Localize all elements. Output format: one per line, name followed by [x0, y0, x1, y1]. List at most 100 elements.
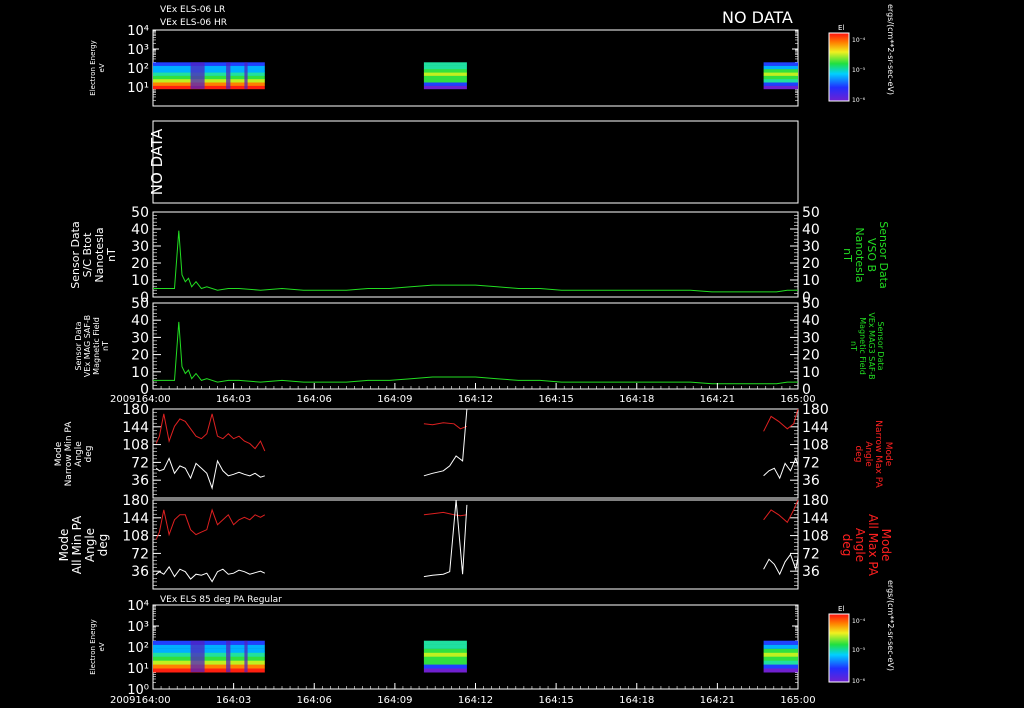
p3-axes-rlabel-1: 40 [802, 222, 820, 238]
panel3-ylabel-3: nT [105, 248, 118, 262]
panel1-ylabel: Electron Energy [89, 40, 97, 95]
p7-yticks-label-0: 10⁴ [127, 599, 149, 614]
panel4-rlabel-2: Magnetic Field [858, 317, 867, 375]
panel5-ylabel-1: Narrow Min PA [64, 421, 74, 487]
panel6-ylabel-2: Angle [83, 528, 97, 562]
panel5-min_pa-segment-1 [423, 408, 468, 477]
header-line1: VEx ELS-06 LR [160, 5, 225, 15]
panel7-streak-0 [190, 640, 205, 673]
p5-axes-rlabel-4: 36 [802, 473, 820, 489]
panel7-block-1-band-3 [423, 656, 467, 661]
colorbar-bottom-label: El [838, 605, 844, 613]
p6-axes-rlabel-2: 108 [802, 529, 829, 545]
p1-yticks-label-0: 10⁴ [127, 24, 149, 39]
plot-canvas: VEx ELS-06 LR VEx ELS-06 HR NO DATA El 1… [54, 4, 895, 706]
colorbar-bottom: El 10⁻⁴ 10⁻⁵ 10⁻⁶ [828, 605, 866, 685]
p6-axes-llabel-4: 36 [131, 564, 149, 580]
time-mid-label-4: 164:12 [458, 394, 493, 405]
panel1-block-1-band-0 [423, 85, 467, 90]
panel4-rlabel-3: nT [849, 341, 858, 351]
panel4-series [153, 321, 798, 385]
p4-axes-llabel-2: 30 [131, 330, 149, 346]
panel1-block-0-band-7 [153, 62, 265, 66]
colorbar-top-label: El [838, 24, 844, 32]
panel4-ylabel-2: Magnetic Field [92, 317, 101, 375]
p7-yticks-label-2: 10² [127, 641, 149, 656]
p4-axes-llabel-3: 20 [131, 348, 149, 364]
panel7-streak-1 [226, 640, 231, 673]
panel7-block-0-band-5 [153, 648, 265, 653]
panel7-block-1-band-4 [423, 652, 467, 657]
time-axis-mid: 164:00 164:03 164:06 164:09 164:12 164:15 164:… [135, 383, 816, 405]
panel1-block-2-band-6 [763, 65, 798, 70]
panel4-frame [152, 302, 799, 390]
panel7-block-0-band-1 [153, 664, 265, 669]
panel5-min_pa-segment-0 [155, 457, 265, 490]
colorbar-bottom-tick-0: 10⁻⁴ [852, 618, 866, 625]
panel7-block-0-band-7 [153, 640, 265, 645]
panel4-rlabel-0: Sensor Data [876, 321, 885, 370]
panel5-rlabel: Mode Narrow Max PA Angle deg [853, 420, 893, 488]
colorbar-top-tick-0: 10⁻⁴ [852, 37, 866, 44]
colorbar-top-tick-1: 10⁻⁵ [852, 67, 866, 74]
panel1-block-2-band-5 [763, 69, 798, 73]
panel6-max_pa-segment-2 [763, 499, 799, 524]
panel7-block-1-band-2 [423, 660, 467, 665]
p5-axes-rlabel-1: 144 [802, 420, 829, 436]
time-bot-label-2: 164:06 [297, 695, 332, 706]
panel3-rlabel: Sensor Data VSO B Nanotesla nT [841, 221, 890, 288]
panel4-rlabel: Sensor Data VEx MAG3 SAF-B Magnetic Fiel… [849, 312, 885, 379]
panel1-block-1-band-5 [423, 69, 467, 73]
panel6-max_pa-segment-0 [155, 508, 266, 540]
p6-axes-rlabel-4: 36 [802, 564, 820, 580]
panel6-ylabel-3: deg [96, 534, 110, 557]
panel7-block-2-band-3 [763, 656, 798, 661]
p3-axes-llabel-0: 50 [131, 205, 149, 221]
panel3-frame [152, 211, 799, 298]
panel5-ylabel-3: deg [84, 446, 94, 463]
time-axis-bottom: 164:00 164:03 164:06 164:09 164:12 164:15 164:… [135, 683, 816, 706]
p5-axes-llabel-1: 144 [122, 420, 149, 436]
p6-axes-llabel-2: 108 [122, 529, 149, 545]
panel7-block-0-band-0 [153, 668, 265, 673]
time-bot-label-7: 164:21 [700, 695, 735, 706]
colorbar-top-scale [828, 32, 850, 102]
panel7-block-0-band-3 [153, 656, 265, 661]
panel1-block-2-band-3 [763, 75, 798, 80]
panel4-ylabel-0: Sensor Data [74, 321, 83, 370]
panel1-block-2-band-7 [763, 62, 798, 66]
panel5-rlabel-0: Mode [883, 442, 893, 467]
panel3-ylabel: Sensor Data S/C Btot Nanotesla nT [69, 221, 118, 288]
p6-axes-llabel-0: 180 [122, 493, 149, 509]
p4-axes-rlabel-1: 40 [802, 313, 820, 329]
panel6-rlabel: Mode All Max PA Angle deg [840, 514, 893, 577]
panel4-ylabel-1: VEx MAG SAF-B [83, 315, 92, 377]
panel5-rlabel-2: Angle [863, 441, 873, 467]
panel7-block-0-band-6 [153, 644, 265, 649]
panel6-min_pa-segment-1 [423, 499, 468, 578]
p1-yticks-label-3: 10¹ [127, 81, 149, 96]
colorbar-bottom-scale [828, 613, 850, 683]
p1-yticks-label-1: 10³ [127, 43, 149, 58]
colorbar-top: El 10⁻⁴ 10⁻⁵ 10⁻⁶ [828, 24, 866, 104]
panel7-block-1-band-5 [423, 648, 467, 653]
panel6-rlabel-1: All Max PA [866, 514, 880, 577]
panel4-ylabel: Sensor Data VEx MAG SAF-B Magnetic Field… [74, 315, 110, 377]
p5-axes-llabel-4: 36 [131, 473, 149, 489]
panel6-frame [152, 499, 799, 590]
p1-yticks-label-2: 10² [127, 62, 149, 77]
time-bot-label-8: 165:00 [780, 695, 815, 706]
panel6-min_pa-segment-0 [155, 565, 266, 583]
panel5-ylabel-0: Mode [54, 441, 64, 466]
panel1-block-2-band-1 [763, 82, 798, 86]
p4-axes-llabel-0: 50 [131, 296, 149, 312]
panel7-ylabel-units: eV [98, 642, 106, 651]
p5-axes-rlabel-3: 72 [802, 455, 820, 471]
p3-axes-llabel-2: 30 [131, 239, 149, 255]
time-mid-label-2: 164:06 [297, 394, 332, 405]
panel1-block-1-band-6 [423, 65, 467, 70]
p6-axes-rlabel-3: 72 [802, 546, 820, 562]
panel5-series [155, 408, 799, 490]
panel1-streak-1 [226, 62, 231, 89]
panel5-axes: 180 180144 144108 10872 7236 36 [122, 402, 829, 499]
